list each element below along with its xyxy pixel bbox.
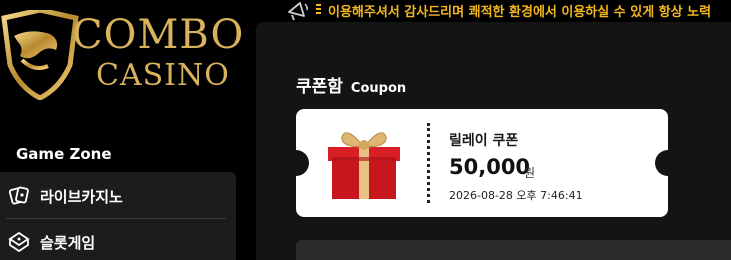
coupon-date: 2026-08-28 오후 7:46:41: [449, 189, 583, 202]
coupon-name: 릴레이 쿠폰: [449, 133, 519, 149]
game-menu: 라이브카지노 슬롯게임: [0, 172, 236, 260]
panel-heading: 쿠폰함 Coupon: [296, 72, 406, 97]
coupon-unit: 원: [524, 166, 536, 180]
notice-bar: 이용해주셔서 감사드리며 쾌적한 환경에서 이용하실 수 있게 항상 노력: [256, 0, 731, 22]
page-subtitle: Coupon: [350, 81, 407, 96]
game-zone-title: Game Zone: [16, 145, 112, 163]
menu-divider: [6, 218, 226, 219]
brand-word-combo: COMBO: [72, 12, 245, 58]
ticket-notch-left: [283, 150, 309, 176]
cards-icon: [8, 185, 30, 207]
ticket-perforation: [427, 123, 430, 203]
ticket-notch-right: [655, 150, 681, 176]
shield-logo-icon: [1, 10, 79, 100]
next-section-placeholder: [296, 240, 731, 260]
coupon-card[interactable]: 릴레이 쿠폰 50,000 원 2026-08-28 오후 7:46:41: [283, 109, 681, 217]
sidebar-item-label: 슬롯게임: [40, 233, 96, 252]
notice-marker-icon: [316, 4, 321, 16]
sidebar: COMBO CASINO Game Zone 라이브카지노 슬롯게임: [0, 0, 256, 260]
sidebar-item-live-casino[interactable]: 라이브카지노: [0, 174, 236, 218]
gift-box-icon: [324, 123, 404, 207]
notice-text: 이용해주셔서 감사드리며 쾌적한 환경에서 이용하실 수 있게 항상 노력: [328, 5, 712, 20]
page-title: 쿠폰함: [296, 77, 343, 97]
sidebar-item-slot[interactable]: 슬롯게임: [0, 220, 236, 260]
slot-icon: [8, 231, 30, 253]
coupon-amount: 50,000: [449, 155, 531, 179]
brand-logo[interactable]: COMBO CASINO: [0, 0, 256, 110]
brand-word-casino: CASINO: [96, 58, 230, 93]
sidebar-item-label: 라이브카지노: [40, 187, 123, 206]
